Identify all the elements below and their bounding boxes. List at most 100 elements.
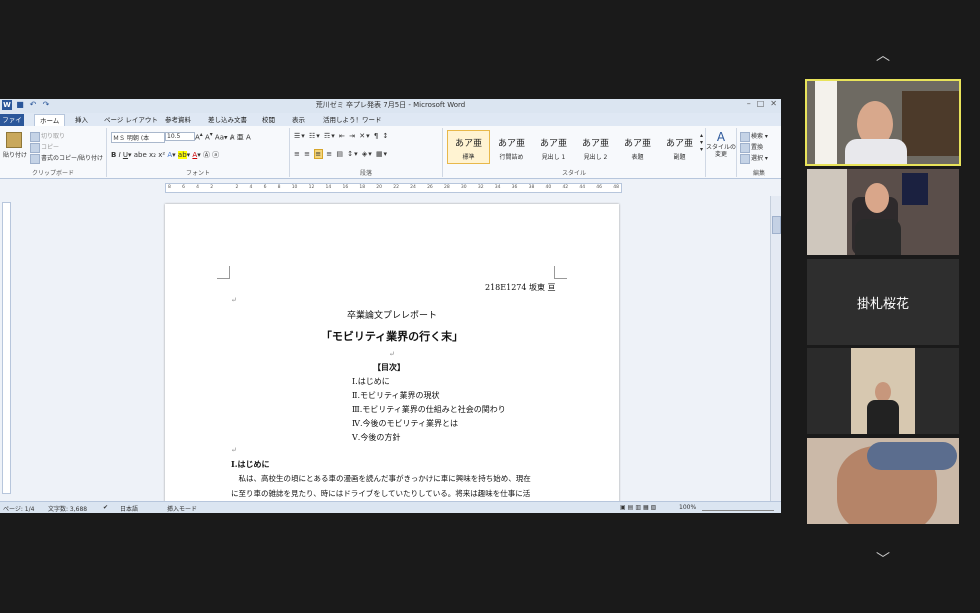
maximize-icon[interactable]: □ xyxy=(757,99,765,108)
video-tile-2[interactable] xyxy=(807,169,959,255)
style-heading-2[interactable]: あア亜 見出し 2 xyxy=(574,130,617,164)
tab-page-layout[interactable]: ページ レイアウト xyxy=(99,114,163,126)
video-tile-name-only[interactable]: 掛札桜花 xyxy=(807,259,959,345)
vertical-ruler[interactable] xyxy=(2,202,11,494)
toc-item-4: Ⅳ.今後のモビリティ業界とは xyxy=(352,419,459,428)
scrollbar-thumb[interactable] xyxy=(772,216,781,234)
document-title: 「モビリティ業界の行く末」 xyxy=(320,330,464,343)
font-name-select[interactable]: ＭＳ 明朝 (本 xyxy=(111,132,165,143)
toc-item-1: Ⅰ.はじめに xyxy=(352,377,390,386)
paragraph-mark: ↵ xyxy=(231,446,237,454)
ruler-number: 18 xyxy=(359,185,366,190)
select-button[interactable]: 選択 ▾ xyxy=(740,153,768,164)
list-buttons[interactable]: ☰▾ ☷▾ ☶▾ ⇤ ⇥ ✕▾ ¶ ↕ xyxy=(294,132,389,140)
participant-face-image xyxy=(865,183,889,213)
vertical-scrollbar[interactable] xyxy=(770,196,781,501)
zoom-level[interactable]: 100% xyxy=(679,504,696,511)
ribbon-tabs: ファイル ホーム 挿入 ページ レイアウト 参考資料 差し込み文書 校閲 表示 … xyxy=(0,113,781,136)
styles-scroll-icon[interactable]: ▴ ▾ ▾ xyxy=(700,132,703,153)
video-tile-5[interactable] xyxy=(807,438,959,524)
subtitle-line: 卒業論文プレレポート xyxy=(346,311,437,321)
format-painter-button[interactable]: 書式のコピー/貼り付け xyxy=(30,153,103,164)
paragraph-mark: ↵ xyxy=(231,296,237,304)
ruler-number: 6 xyxy=(182,185,185,190)
scroll-down-chevron-icon[interactable]: ﹀ xyxy=(873,549,893,568)
style-no-spacing[interactable]: あア亜 行間詰め xyxy=(490,130,533,164)
paste-button[interactable]: 貼り付け xyxy=(3,132,27,159)
replace-button[interactable]: 置換 xyxy=(740,142,763,153)
window-title: 荒川ゼミ 卒プレ発表 7月5日 - Microsoft Word xyxy=(315,101,466,109)
ruler-number: 8 xyxy=(277,185,281,190)
language[interactable]: 日本語 xyxy=(120,504,138,513)
clear-format-icon[interactable]: A̷ xyxy=(230,133,235,141)
bold-button[interactable]: B xyxy=(111,151,116,159)
status-bar: ページ: 1/4 文字数: 3,688 ✔ 日本語 挿入モード ▣▤▥▦▧ 10… xyxy=(0,501,781,513)
proofing-icon[interactable]: ✔ xyxy=(103,504,108,511)
bookshelf-image xyxy=(902,91,959,156)
editing-group-label: 編集 xyxy=(752,170,765,177)
find-button[interactable]: 検索 ▾ xyxy=(740,131,768,142)
style-heading-1[interactable]: あア亜 見出し 1 xyxy=(532,130,575,164)
close-icon[interactable]: ✕ xyxy=(770,99,777,108)
toc-heading: 【目次】 xyxy=(373,362,405,372)
zoom-slider[interactable] xyxy=(702,504,774,511)
insert-mode[interactable]: 挿入モード xyxy=(167,504,197,513)
tab-references[interactable]: 参考資料 xyxy=(160,114,196,126)
view-mode-icons[interactable]: ▣▤▥▦▧ xyxy=(620,504,658,511)
word-window: W ■ ↶ ↷ 荒川ゼミ 卒プレ発表 7月5日 - Microsoft Word… xyxy=(0,99,781,513)
word-count[interactable]: 文字数: 3,688 xyxy=(48,504,87,513)
scroll-up-chevron-icon[interactable]: ︿ xyxy=(873,45,893,64)
italic-button[interactable]: I xyxy=(119,151,121,159)
style-normal[interactable]: あア亜 標準 xyxy=(447,130,490,164)
ruler-number: 32 xyxy=(477,185,484,190)
tab-insert[interactable]: 挿入 xyxy=(70,114,93,126)
page-count[interactable]: ページ: 1/4 xyxy=(3,504,34,513)
margin-corner-tr xyxy=(554,266,567,279)
title-bar: W ■ ↶ ↷ 荒川ゼミ 卒プレ発表 7月5日 - Microsoft Word… xyxy=(0,99,781,114)
align-center-button[interactable]: ≡ xyxy=(314,149,324,159)
font-style-buttons[interactable]: B I U▾ abe x₂ x² A▾ ab▾ A▾ Ⓐ ⓐ xyxy=(111,150,219,160)
style-subtitle[interactable]: あア亜 副題 xyxy=(658,130,701,164)
text-effect-icon[interactable]: A xyxy=(167,151,172,159)
participant-face-image xyxy=(875,382,891,402)
copy-icon xyxy=(30,142,40,153)
highlight-icon[interactable]: ab xyxy=(177,151,187,159)
underline-button[interactable]: U xyxy=(123,151,128,159)
toc-item-3: Ⅲ.モビリティ業界の仕組みと社会の関わり xyxy=(352,405,506,414)
horizontal-ruler[interactable]: 8 6 4 2 2 4 6 8 10 12 14 16 18 20 22 24 26 28 30 32 34 36 38 40… xyxy=(165,183,622,193)
font-size-select[interactable]: 10.5 xyxy=(165,132,195,141)
font-group-label: フォント xyxy=(185,170,210,177)
font-group: ＭＳ 明朝 (本 10.5 A▴ A▾ Aa▾ A̷ 亜 A B I U▾ ab… xyxy=(107,128,290,177)
change-styles-button[interactable]: A スタイルの変更 xyxy=(706,128,737,177)
copy-button[interactable]: コピー xyxy=(30,142,59,153)
ruler-number: 36 xyxy=(511,185,518,190)
section-heading: Ⅰ.はじめに xyxy=(231,459,270,469)
toc-item-2: Ⅱ.モビリティ業界の現状 xyxy=(352,391,440,400)
document-page[interactable]: 218E1274 坂東 亘 ↵ 卒業論文プレレポート 「モビリティ業界の行く末」… xyxy=(165,204,619,509)
minimize-icon[interactable]: – xyxy=(747,99,751,108)
window-light-image xyxy=(815,81,837,164)
tab-addin[interactable]: 活用しよう！ワード xyxy=(318,114,387,126)
cut-button[interactable]: 切り取り xyxy=(30,131,65,142)
alignment-buttons[interactable]: ≡ ≡ ≡ ≡ ▤ ↕▾ ◈▾ ▦▾ xyxy=(294,149,388,159)
font-color-icon[interactable]: A xyxy=(192,151,197,159)
clipboard-icon xyxy=(6,132,22,148)
style-title[interactable]: あア亜 表題 xyxy=(616,130,659,164)
ruler-number: 26 xyxy=(427,185,433,190)
ruler-number: 48 xyxy=(613,185,619,190)
author-line: 218E1274 坂東 亘 xyxy=(485,283,556,292)
tab-mailings[interactable]: 差し込み文書 xyxy=(203,114,252,126)
video-tile-4[interactable] xyxy=(807,348,959,434)
video-tile-active-speaker[interactable] xyxy=(805,79,961,166)
ribbon: 貼り付け 切り取り コピー 書式のコピー/貼り付け クリップボード ＭＳ 明朝 … xyxy=(0,126,781,179)
tab-review[interactable]: 校閲 xyxy=(257,114,280,126)
styles-group: あア亜 標準 あア亜 行間詰め あア亜 見出し 1 あア亜 見出し 2 あア亜 表題 あア… xyxy=(443,128,706,177)
change-styles-icon: A xyxy=(716,130,726,144)
margin-corner-tl xyxy=(217,266,230,279)
room-wall-image xyxy=(807,169,847,255)
tab-file[interactable]: ファイル xyxy=(0,114,24,136)
font-size-buttons[interactable]: A▴ A▾ Aa▾ A̷ 亜 A xyxy=(195,132,251,142)
ruler-number: 4 xyxy=(196,185,199,190)
ruler-number: 42 xyxy=(562,185,569,190)
tab-view[interactable]: 表示 xyxy=(287,114,310,126)
